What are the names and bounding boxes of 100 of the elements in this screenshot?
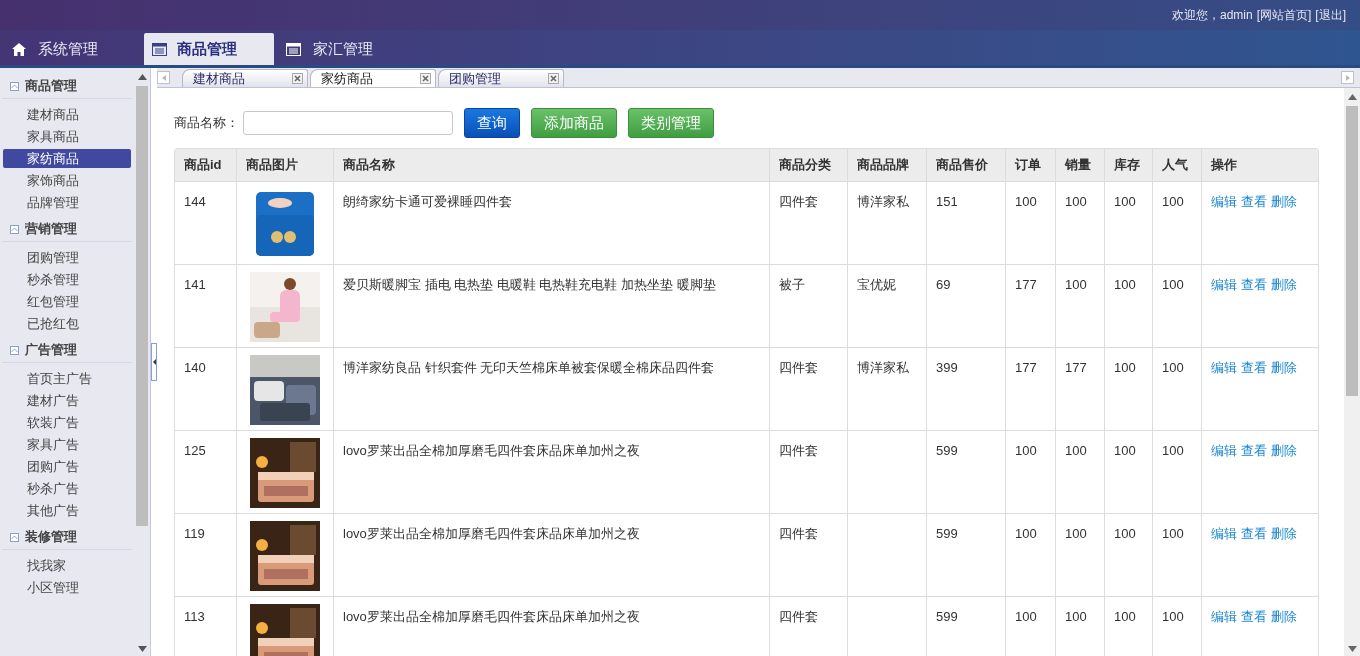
- row-action-link[interactable]: 查看: [1241, 441, 1267, 461]
- page-tab[interactable]: 团购管理: [438, 69, 564, 87]
- table-cell: lovo罗莱出品全棉加厚磨毛四件套床品床单加州之夜: [343, 443, 640, 458]
- table-cell: 177: [1015, 277, 1037, 292]
- row-action-link[interactable]: 查看: [1241, 607, 1267, 627]
- sidebar-item[interactable]: 红包管理: [0, 292, 134, 311]
- close-icon: [422, 75, 429, 82]
- collapse-handle[interactable]: [151, 343, 157, 381]
- close-button[interactable]: [292, 73, 303, 84]
- sidebar-item[interactable]: 首页主广告: [0, 369, 134, 388]
- table-cell: 599: [936, 443, 958, 458]
- table-cell: 100: [1162, 526, 1184, 541]
- table-cell: 100: [1065, 526, 1087, 541]
- table-cell: 100: [1114, 443, 1136, 458]
- row-action-link[interactable]: 编辑: [1211, 607, 1237, 627]
- row-action-link[interactable]: 查看: [1241, 524, 1267, 544]
- sidebar-group-title[interactable]: 营销管理: [25, 219, 77, 239]
- column-header: 订单: [1015, 156, 1041, 175]
- table-cell: 177: [1065, 360, 1087, 375]
- scroll-up-icon[interactable]: [137, 74, 147, 80]
- row-action-link[interactable]: 编辑: [1211, 192, 1237, 212]
- scroll-down-icon[interactable]: [137, 646, 147, 652]
- table-cell: 100: [1162, 277, 1184, 292]
- sidebar-item[interactable]: 建材广告: [0, 391, 134, 410]
- sidebar-item[interactable]: 找我家: [0, 556, 134, 575]
- table-cell: 100: [1015, 526, 1037, 541]
- table-cell: 100: [1114, 360, 1136, 375]
- scroll-left-button[interactable]: [157, 71, 170, 84]
- sidebar-item[interactable]: 品牌管理: [0, 193, 134, 212]
- sidebar-item[interactable]: 团购广告: [0, 457, 134, 476]
- row-action-link[interactable]: 删除: [1271, 192, 1297, 212]
- header-link[interactable]: [退出]: [1315, 6, 1346, 24]
- column-header: 操作: [1211, 156, 1237, 175]
- header-link[interactable]: [网站首页]: [1256, 6, 1312, 24]
- collapse-button[interactable]: [10, 532, 19, 542]
- row-action-link[interactable]: 编辑: [1211, 275, 1237, 295]
- row-action-link[interactable]: 查看: [1241, 192, 1267, 212]
- row-action-link[interactable]: 查看: [1241, 275, 1267, 295]
- sidebar-item[interactable]: 建材商品: [0, 105, 134, 124]
- close-button[interactable]: [548, 73, 559, 84]
- row-action-link[interactable]: 删除: [1271, 607, 1297, 627]
- sidebar-group-title[interactable]: 商品管理: [25, 76, 77, 96]
- row-action-link[interactable]: 删除: [1271, 275, 1297, 295]
- sidebar-item[interactable]: 其他广告: [0, 501, 134, 520]
- sidebar-item[interactable]: 小区管理: [0, 578, 134, 597]
- caret-icon: [11, 83, 18, 89]
- table-cell: 100: [1114, 194, 1136, 209]
- scrollbar-thumb[interactable]: [136, 86, 148, 526]
- row-action-link[interactable]: 编辑: [1211, 358, 1237, 378]
- column-header: 商品id: [184, 156, 222, 175]
- sidebar-group-title[interactable]: 装修管理: [25, 527, 77, 547]
- sidebar-item[interactable]: 家具广告: [0, 435, 134, 454]
- row-action-link[interactable]: 删除: [1271, 441, 1297, 461]
- table-cell: 599: [936, 526, 958, 541]
- sidebar-item[interactable]: 家纺商品: [3, 149, 131, 168]
- table-cell: 140: [184, 360, 206, 375]
- table-cell: 125: [184, 443, 206, 458]
- caret-icon: [11, 347, 18, 353]
- table-cell: 100: [1114, 526, 1136, 541]
- sidebar-item[interactable]: 家具商品: [0, 127, 134, 146]
- scrollbar-thumb[interactable]: [1346, 106, 1358, 396]
- row-action-link[interactable]: 查看: [1241, 358, 1267, 378]
- action-button[interactable]: 查询: [464, 108, 520, 138]
- table-cell: 100: [1065, 194, 1087, 209]
- scroll-down-icon[interactable]: [1347, 646, 1357, 652]
- collapse-button[interactable]: [10, 81, 19, 91]
- sidebar-group-title[interactable]: 广告管理: [25, 340, 77, 360]
- row-action-link[interactable]: 删除: [1271, 358, 1297, 378]
- sidebar-item[interactable]: 软装广告: [0, 413, 134, 432]
- search-field[interactable]: [243, 111, 453, 135]
- column-header: 商品图片: [246, 156, 298, 175]
- scroll-right-button[interactable]: [1341, 71, 1354, 84]
- scroll-up-icon[interactable]: [1347, 94, 1357, 100]
- nav-tab[interactable]: 系统管理: [0, 33, 140, 65]
- close-button[interactable]: [420, 73, 431, 84]
- row-action-link[interactable]: 编辑: [1211, 524, 1237, 544]
- close-icon: [294, 75, 301, 82]
- column-header: 销量: [1065, 156, 1091, 175]
- sidebar-item[interactable]: 秒杀广告: [0, 479, 134, 498]
- table-cell: 四件套: [779, 609, 818, 624]
- sidebar-item[interactable]: 已抢红包: [0, 314, 134, 333]
- table-cell: 100: [1015, 194, 1037, 209]
- collapse-button[interactable]: [10, 224, 19, 234]
- table-cell: 399: [936, 360, 958, 375]
- list-icon: [152, 42, 167, 56]
- page-tab[interactable]: 建材商品: [182, 69, 308, 87]
- table-cell: 爱贝斯暖脚宝 插电 电热垫 电暖鞋 电热鞋充电鞋 加热坐垫 暖脚垫: [343, 277, 716, 292]
- column-header: 库存: [1114, 156, 1140, 175]
- nav-tab[interactable]: 商品管理: [144, 33, 274, 65]
- sidebar-item[interactable]: 家饰商品: [0, 171, 134, 190]
- table-cell: 宝优妮: [857, 277, 896, 292]
- sidebar-item[interactable]: 团购管理: [0, 248, 134, 267]
- collapse-button[interactable]: [10, 345, 19, 355]
- page-tab[interactable]: 家纺商品: [310, 69, 436, 87]
- sidebar-item[interactable]: 秒杀管理: [0, 270, 134, 289]
- row-action-link[interactable]: 删除: [1271, 524, 1297, 544]
- table-cell: 151: [936, 194, 958, 209]
- nav-tab[interactable]: 家汇管理: [274, 33, 414, 65]
- caret-icon: [11, 226, 18, 232]
- row-action-link[interactable]: 编辑: [1211, 441, 1237, 461]
